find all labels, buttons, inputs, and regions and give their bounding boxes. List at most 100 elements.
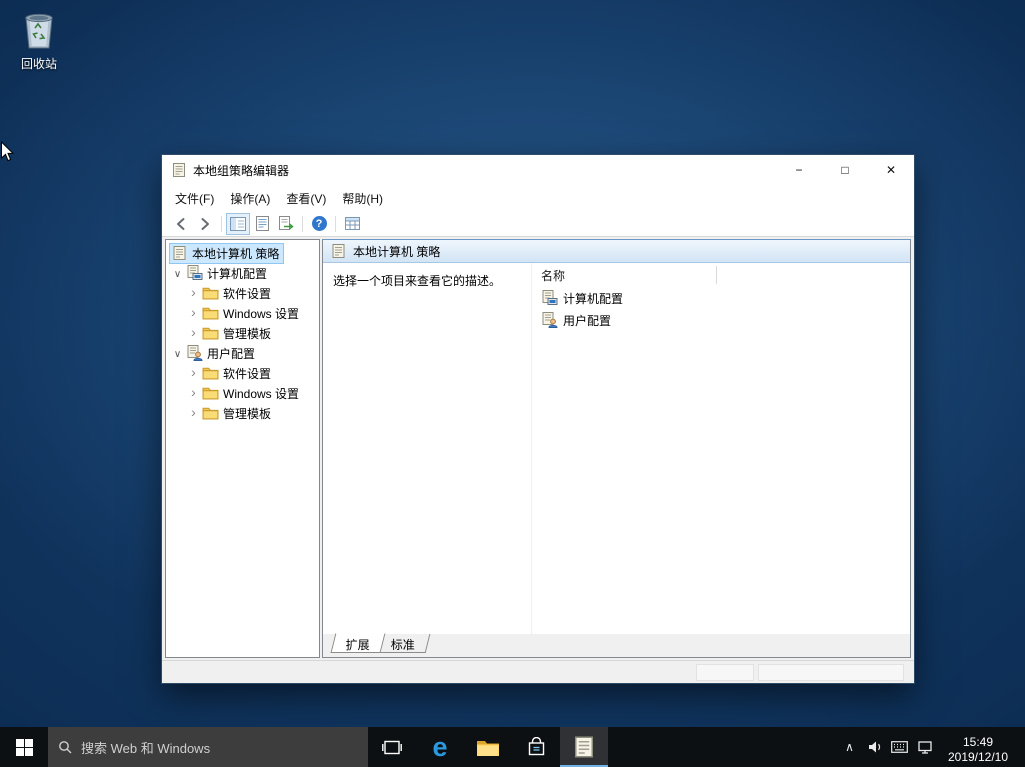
clock-time: 15:49 (939, 735, 1017, 750)
volume-icon[interactable] (862, 727, 887, 767)
tree-item-admin-templates[interactable]: 管理模板 (166, 323, 319, 343)
recycle-bin-shortcut[interactable]: 回收站 (12, 8, 66, 72)
console-main-area: 本地计算机 策略 计算机配置 软件设置 (162, 237, 914, 660)
forward-button[interactable] (193, 213, 217, 235)
tree-item-software-settings[interactable]: 软件设置 (166, 283, 319, 303)
selected-tree-item: 本地计算机 策略 (170, 244, 283, 263)
export-arrow-icon (279, 216, 294, 231)
policy-console-icon (171, 245, 188, 261)
tab-label: 扩展 (346, 636, 370, 653)
search-icon (58, 740, 72, 754)
export-list-button[interactable] (250, 213, 274, 235)
collapse-chevron-icon[interactable] (170, 266, 185, 280)
desktop: { "desktop": { "recycle_bin_label": "回收站… (0, 0, 1025, 767)
gpedit-taskbar-button[interactable] (560, 727, 608, 767)
store-button[interactable] (512, 727, 560, 767)
recycle-bin-label: 回收站 (12, 55, 66, 72)
tree-item-label: 管理模板 (223, 325, 271, 342)
tree-item-windows-settings[interactable]: Windows 设置 (166, 383, 319, 403)
menu-action[interactable]: 操作(A) (222, 186, 278, 211)
menu-bar: 文件(F) 操作(A) 查看(V) 帮助(H) (162, 185, 914, 211)
maximize-button[interactable]: □ (822, 155, 868, 185)
close-button[interactable]: ✕ (868, 155, 914, 185)
tree-item-local-computer-policy[interactable]: 本地计算机 策略 (166, 243, 319, 263)
toolbar-separator (221, 216, 222, 232)
recycle-bin-icon (19, 8, 59, 50)
user-config-icon (186, 345, 203, 361)
help-button[interactable] (307, 213, 331, 235)
touch-keyboard-icon[interactable] (887, 727, 912, 767)
network-icon[interactable] (912, 727, 937, 767)
windows-logo-icon (16, 739, 33, 756)
minimize-button[interactable]: − (776, 155, 822, 185)
clock-date: 2019/12/10 (939, 750, 1017, 765)
gpedit-window: 本地组策略编辑器 − □ ✕ 文件(F) 操作(A) 查看(V) 帮助(H) (162, 155, 914, 683)
list-item-label: 计算机配置 (563, 290, 623, 307)
mouse-cursor (0, 141, 15, 166)
policy-console-icon (330, 243, 347, 259)
tab-label: 标准 (391, 636, 415, 653)
taskbar-clock[interactable]: 15:49 2019/12/10 (937, 730, 1025, 765)
expand-chevron-icon[interactable] (186, 326, 201, 340)
expand-chevron-icon[interactable] (186, 286, 201, 300)
edge-browser-button[interactable] (416, 727, 464, 767)
tree-item-body: 管理模板 (201, 404, 275, 423)
tree-item-body: 计算机配置 (185, 264, 271, 283)
titlebar[interactable]: 本地组策略编辑器 − □ ✕ (162, 155, 914, 185)
results-pane-body: 选择一个项目来查看它的描述。 名称 计算机配置 用户配置 (323, 263, 910, 634)
results-header-title: 本地计算机 策略 (353, 243, 440, 260)
system-tray: 15:49 2019/12/10 (837, 727, 1025, 767)
menu-view[interactable]: 查看(V) (278, 186, 334, 211)
gpedit-app-icon (171, 162, 187, 178)
list-item-user-configuration[interactable]: 用户配置 (532, 309, 910, 331)
file-explorer-button[interactable] (464, 727, 512, 767)
gpedit-icon (572, 735, 596, 759)
window-title: 本地组策略编辑器 (193, 162, 289, 179)
menu-file[interactable]: 文件(F) (167, 186, 222, 211)
expand-chevron-icon[interactable] (186, 386, 201, 400)
folder-icon (202, 365, 219, 381)
tree-item-label: 本地计算机 策略 (192, 245, 279, 262)
tree-item-label: 软件设置 (223, 285, 271, 302)
view-options-button[interactable] (340, 213, 364, 235)
list-view-icon (345, 217, 360, 230)
console-tree-pane: 本地计算机 策略 计算机配置 软件设置 (165, 239, 320, 658)
forward-arrow-icon (197, 216, 213, 232)
tree-item-body: 软件设置 (201, 364, 275, 383)
tree-item-windows-settings[interactable]: Windows 设置 (166, 303, 319, 323)
folder-icon (202, 285, 219, 301)
column-resize-handle[interactable] (716, 266, 717, 284)
taskbar: 搜索 Web 和 Windows (0, 727, 1025, 767)
show-console-tree-button[interactable] (226, 213, 250, 235)
collapse-chevron-icon[interactable] (170, 346, 185, 360)
folder-icon (202, 325, 219, 341)
toolbar-separator (335, 216, 336, 232)
start-button[interactable] (0, 727, 48, 767)
tree-item-admin-templates[interactable]: 管理模板 (166, 403, 319, 423)
tree-item-user-configuration[interactable]: 用户配置 (166, 343, 319, 363)
tree-item-label: 管理模板 (223, 405, 271, 422)
tree-item-label: 用户配置 (207, 345, 255, 362)
expand-chevron-icon[interactable] (186, 366, 201, 380)
taskbar-search-box[interactable]: 搜索 Web 和 Windows (48, 727, 368, 767)
folder-icon (202, 405, 219, 421)
expand-chevron-icon[interactable] (186, 306, 201, 320)
tree-item-computer-configuration[interactable]: 计算机配置 (166, 263, 319, 283)
properties-button[interactable] (274, 213, 298, 235)
menu-help[interactable]: 帮助(H) (334, 186, 391, 211)
back-button[interactable] (169, 213, 193, 235)
toolbar (162, 211, 914, 237)
tree-item-label: 软件设置 (223, 365, 271, 382)
toolbar-separator (302, 216, 303, 232)
list-item-computer-configuration[interactable]: 计算机配置 (532, 287, 910, 309)
window-controls: − □ ✕ (776, 155, 914, 185)
show-hidden-icons-chevron[interactable] (837, 727, 862, 767)
tab-extended[interactable]: 扩展 (331, 633, 386, 653)
expand-chevron-icon[interactable] (186, 406, 201, 420)
tree-item-software-settings[interactable]: 软件设置 (166, 363, 319, 383)
list-item-label: 用户配置 (563, 312, 611, 329)
user-config-icon (541, 312, 558, 328)
tree-item-body: Windows 设置 (201, 384, 303, 403)
name-column-header[interactable]: 名称 (532, 263, 910, 287)
task-view-button[interactable] (368, 727, 416, 767)
